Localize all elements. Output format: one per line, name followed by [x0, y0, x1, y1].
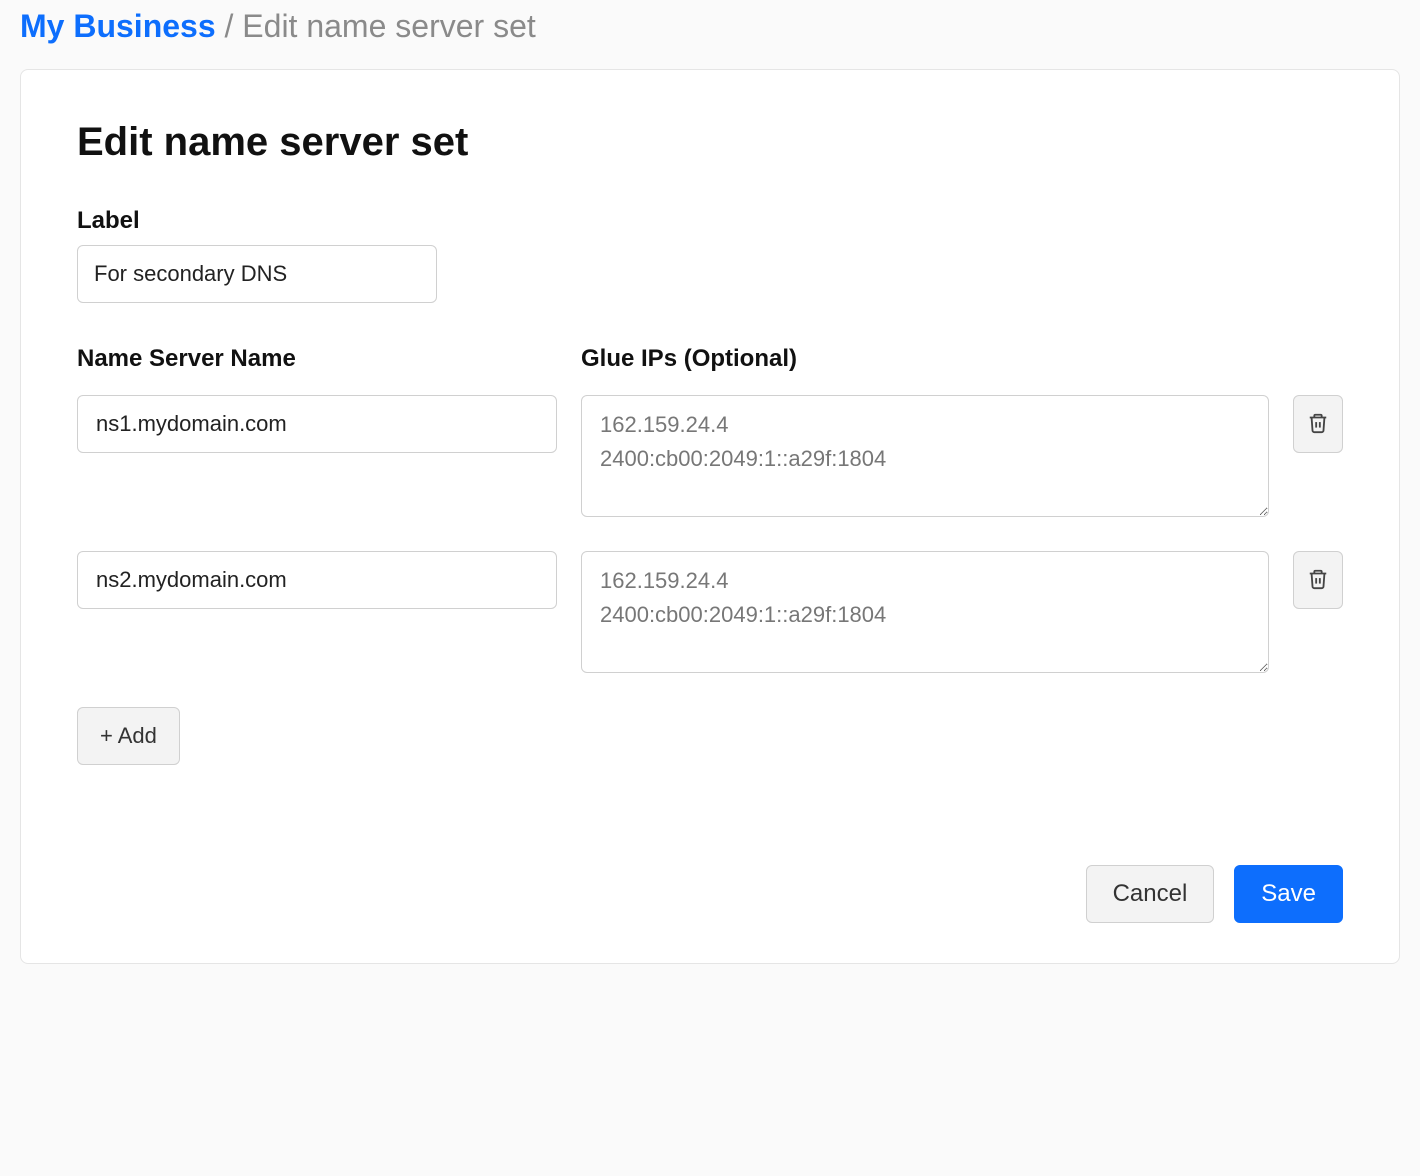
breadcrumb-root-link[interactable]: My Business: [20, 8, 216, 44]
label-field-label: Label: [77, 207, 1343, 235]
nameserver-glue-textarea[interactable]: 162.159.24.4 2400:cb00:2049:1::a29f:1804: [581, 395, 1269, 517]
nameserver-row: 162.159.24.4 2400:cb00:2049:1::a29f:1804: [77, 551, 1343, 673]
nameserver-name-input[interactable]: [77, 551, 557, 609]
cancel-button[interactable]: Cancel: [1086, 865, 1215, 923]
nameserver-row: 162.159.24.4 2400:cb00:2049:1::a29f:1804: [77, 395, 1343, 517]
breadcrumb: My Business / Edit name server set: [20, 0, 1400, 69]
label-field-group: Label: [77, 207, 1343, 303]
nameserver-name-input[interactable]: [77, 395, 557, 453]
trash-icon: [1307, 567, 1329, 594]
page-title: Edit name server set: [77, 120, 1343, 165]
name-column-header: Name Server Name: [77, 345, 557, 373]
delete-row-button[interactable]: [1293, 551, 1343, 609]
save-button[interactable]: Save: [1234, 865, 1343, 923]
delete-row-button[interactable]: [1293, 395, 1343, 453]
nameserver-glue-textarea[interactable]: 162.159.24.4 2400:cb00:2049:1::a29f:1804: [581, 551, 1269, 673]
add-row-button[interactable]: + Add: [77, 707, 180, 765]
breadcrumb-separator: /: [225, 8, 234, 44]
label-input[interactable]: [77, 245, 437, 303]
glue-column-header: Glue IPs (Optional): [581, 345, 1343, 373]
nameserver-headers: Name Server Name Glue IPs (Optional): [77, 345, 1343, 383]
trash-icon: [1307, 411, 1329, 438]
form-actions: Cancel Save: [77, 865, 1343, 923]
breadcrumb-current: Edit name server set: [242, 8, 535, 44]
form-card: Edit name server set Label Name Server N…: [20, 69, 1400, 964]
